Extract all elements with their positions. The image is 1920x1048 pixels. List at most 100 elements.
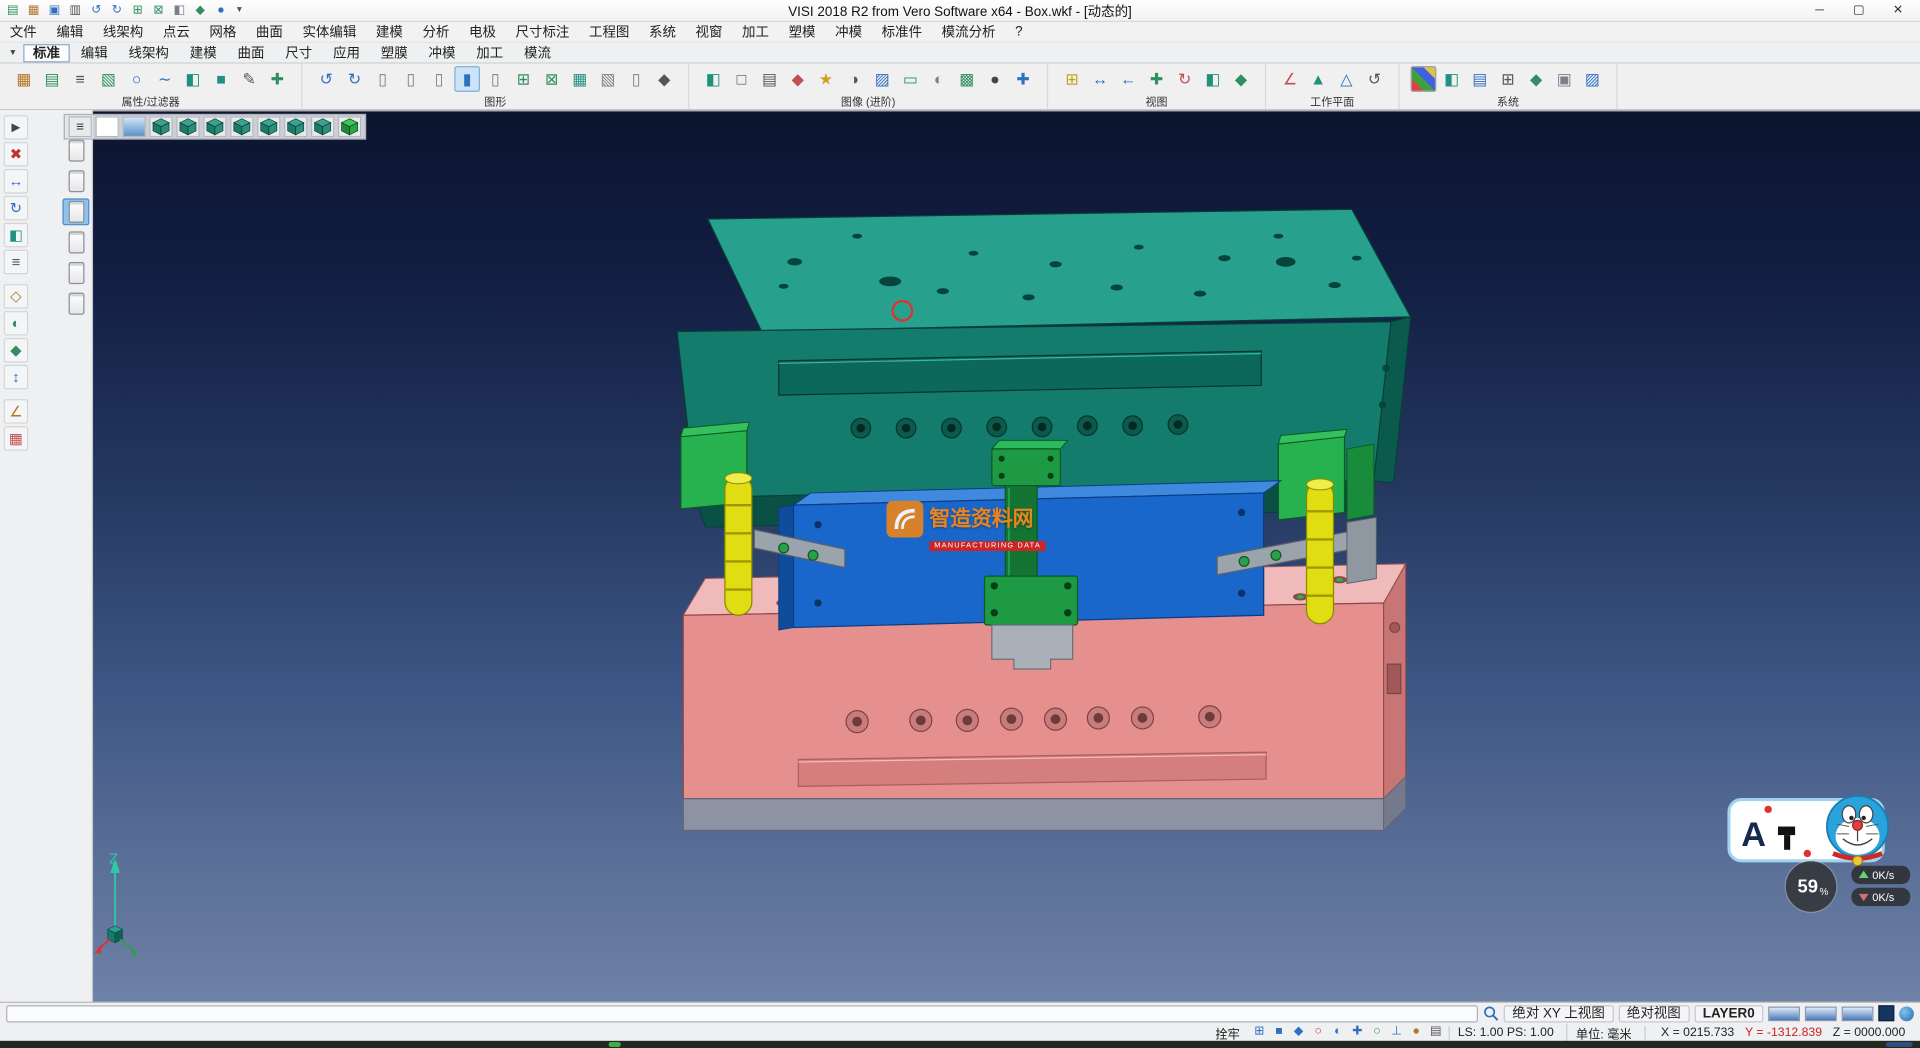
regenerate-icon[interactable]: ↻ bbox=[342, 66, 368, 92]
wireframe-view-icon[interactable]: □ bbox=[729, 66, 755, 92]
capture-overlay-widget[interactable]: A bbox=[1722, 790, 1920, 923]
menu-system[interactable]: 系统 bbox=[639, 21, 686, 43]
measure-tool-icon[interactable]: ↕ bbox=[4, 365, 28, 389]
render-shadows-icon[interactable]: ◑ bbox=[841, 66, 867, 92]
snap-settings-icon[interactable]: ▤ bbox=[1427, 1024, 1444, 1040]
new-document-icon[interactable]: ▤ bbox=[4, 1, 22, 19]
menu-surface[interactable]: 曲面 bbox=[246, 21, 293, 43]
tab-stamping[interactable]: 冲模 bbox=[419, 43, 466, 61]
filter-points-icon[interactable]: ○ bbox=[124, 66, 150, 92]
snap-grid-icon[interactable]: ⊞ bbox=[1251, 1024, 1268, 1040]
hide-selected-icon[interactable]: ▧ bbox=[595, 66, 621, 92]
render-settings-icon[interactable]: ✚ bbox=[1010, 66, 1036, 92]
menu-point-cloud[interactable]: 点云 bbox=[153, 21, 200, 43]
print-document-icon[interactable]: ▥ bbox=[66, 1, 84, 19]
search-icon[interactable] bbox=[1483, 1005, 1499, 1021]
view-bottom-button[interactable] bbox=[311, 116, 334, 137]
view-right-button[interactable] bbox=[284, 116, 307, 137]
tab-dimension[interactable]: 尺寸 bbox=[275, 43, 322, 61]
open-document-icon[interactable]: ▦ bbox=[24, 1, 42, 19]
hidden-line-view-icon[interactable]: ▤ bbox=[757, 66, 783, 92]
snap-center-icon[interactable]: ○ bbox=[1310, 1024, 1327, 1040]
snap-lock-label[interactable]: 拴牢 bbox=[1208, 1023, 1247, 1041]
viewport-3d[interactable]: 智造资料网 MANUFACTURING DATA Z bbox=[93, 110, 1920, 1001]
filter-curves-icon[interactable]: ∼ bbox=[152, 66, 178, 92]
side-tab-3[interactable] bbox=[62, 198, 89, 225]
copy-attributes-icon[interactable]: ✎ bbox=[236, 66, 262, 92]
capture-percent-badge[interactable]: 59 % bbox=[1785, 861, 1836, 912]
color-palette-icon[interactable] bbox=[1411, 66, 1437, 92]
undo-action-icon[interactable]: ↺ bbox=[87, 1, 105, 19]
menu-machining[interactable]: 加工 bbox=[732, 21, 779, 43]
tab-application[interactable]: 应用 bbox=[323, 43, 370, 61]
side-tab-1[interactable] bbox=[62, 137, 89, 164]
workplane-align-icon[interactable]: ▲ bbox=[1305, 66, 1331, 92]
workplane-3points-icon[interactable]: △ bbox=[1333, 66, 1359, 92]
capture-image-icon[interactable]: ◧ bbox=[170, 1, 188, 19]
menu-file[interactable]: 文件 bbox=[0, 21, 47, 43]
view-back-button[interactable] bbox=[230, 116, 253, 137]
section-view-icon[interactable]: ▭ bbox=[898, 66, 924, 92]
display-list-1-icon[interactable]: ▯ bbox=[370, 66, 396, 92]
save-document-icon[interactable]: ▣ bbox=[45, 1, 63, 19]
minimize-button[interactable]: ─ bbox=[1810, 4, 1830, 17]
attribute-color-icon[interactable]: ▦ bbox=[11, 66, 37, 92]
tab-edit[interactable]: 编辑 bbox=[71, 43, 118, 61]
tab-molding[interactable]: 塑膜 bbox=[371, 43, 418, 61]
render-white-button[interactable] bbox=[96, 116, 119, 137]
performance-monitor-icon[interactable]: ▨ bbox=[1580, 66, 1606, 92]
filter-surfaces-icon[interactable]: ◧ bbox=[180, 66, 206, 92]
view-mode-field[interactable]: 绝对 XY 上视图 bbox=[1504, 1005, 1614, 1022]
snap-nearest-icon[interactable]: ● bbox=[1408, 1024, 1425, 1040]
export-file-icon[interactable]: ⊠ bbox=[149, 1, 167, 19]
texture-mapping-icon[interactable]: ▩ bbox=[954, 66, 980, 92]
menu-molding[interactable]: 塑模 bbox=[779, 21, 826, 43]
side-tab-5[interactable] bbox=[62, 260, 89, 287]
fillet-tool-icon[interactable]: ◐ bbox=[4, 311, 28, 335]
tab-surface[interactable]: 曲面 bbox=[228, 43, 275, 61]
offset-tool-icon[interactable]: ≡ bbox=[4, 250, 28, 274]
render-shaded-button[interactable] bbox=[122, 116, 145, 137]
zoom-window-icon[interactable]: ⊞ bbox=[1059, 66, 1085, 92]
quick-access-caret-icon[interactable]: ▼ bbox=[235, 6, 243, 15]
element-filter-icon[interactable]: ▧ bbox=[96, 66, 122, 92]
menu-solid-edit[interactable]: 实体编辑 bbox=[293, 21, 366, 43]
side-tab-4[interactable] bbox=[62, 229, 89, 256]
view-front-button[interactable] bbox=[203, 116, 226, 137]
mirror-tool-icon[interactable]: ◧ bbox=[4, 223, 28, 247]
display-toggle-icon[interactable]: ▯ bbox=[623, 66, 649, 92]
render-materials-icon[interactable]: ◆ bbox=[785, 66, 811, 92]
model-3d-scene[interactable] bbox=[93, 111, 1920, 1001]
workplane-xy-icon[interactable]: ∠ bbox=[1277, 66, 1303, 92]
ambient-shading-icon[interactable]: ● bbox=[982, 66, 1008, 92]
move-tool-icon[interactable]: ↔ bbox=[4, 169, 28, 193]
display-settings-icon[interactable]: ▤ bbox=[1467, 66, 1493, 92]
display-list-4-icon[interactable]: ▮ bbox=[454, 66, 480, 92]
line-style-icon[interactable]: ≡ bbox=[67, 66, 93, 92]
chamfer-tool-icon[interactable]: ◆ bbox=[4, 338, 28, 362]
rotate-tool-icon[interactable]: ↻ bbox=[4, 196, 28, 220]
display-list-2-icon[interactable]: ▯ bbox=[398, 66, 424, 92]
menu-stamping[interactable]: 冲模 bbox=[825, 21, 872, 43]
select-tool-icon[interactable]: ► bbox=[4, 115, 28, 139]
snap-intersection-icon[interactable]: ✚ bbox=[1349, 1024, 1366, 1040]
view-left-button[interactable] bbox=[257, 116, 280, 137]
shaded-view-icon[interactable]: ◧ bbox=[700, 66, 726, 92]
layer-color-swatch-1[interactable] bbox=[1768, 1006, 1800, 1021]
view-dynamic-button[interactable] bbox=[338, 116, 361, 137]
scale-tool-icon[interactable]: ◇ bbox=[4, 284, 28, 308]
system-options-icon[interactable]: ◆ bbox=[1523, 66, 1549, 92]
menu-drafting[interactable]: 工程图 bbox=[579, 21, 639, 43]
background-color-swatch[interactable] bbox=[1878, 1005, 1894, 1021]
rotate-view-icon[interactable]: ↻ bbox=[1172, 66, 1198, 92]
graphics-options-icon[interactable]: ◆ bbox=[651, 66, 677, 92]
tab-moldflow[interactable]: 模流 bbox=[514, 43, 561, 61]
preferences-icon[interactable]: ◆ bbox=[191, 1, 209, 19]
import-file-icon[interactable]: ⊞ bbox=[129, 1, 147, 19]
layer-color-swatch-3[interactable] bbox=[1842, 1006, 1874, 1021]
paste-attributes-icon[interactable]: ✚ bbox=[264, 66, 290, 92]
snap-perpendicular-icon[interactable]: ⊥ bbox=[1388, 1024, 1405, 1040]
menu-modeling[interactable]: 建模 bbox=[366, 21, 413, 43]
menu-edit[interactable]: 编辑 bbox=[47, 21, 94, 43]
display-list-3-icon[interactable]: ▯ bbox=[426, 66, 452, 92]
